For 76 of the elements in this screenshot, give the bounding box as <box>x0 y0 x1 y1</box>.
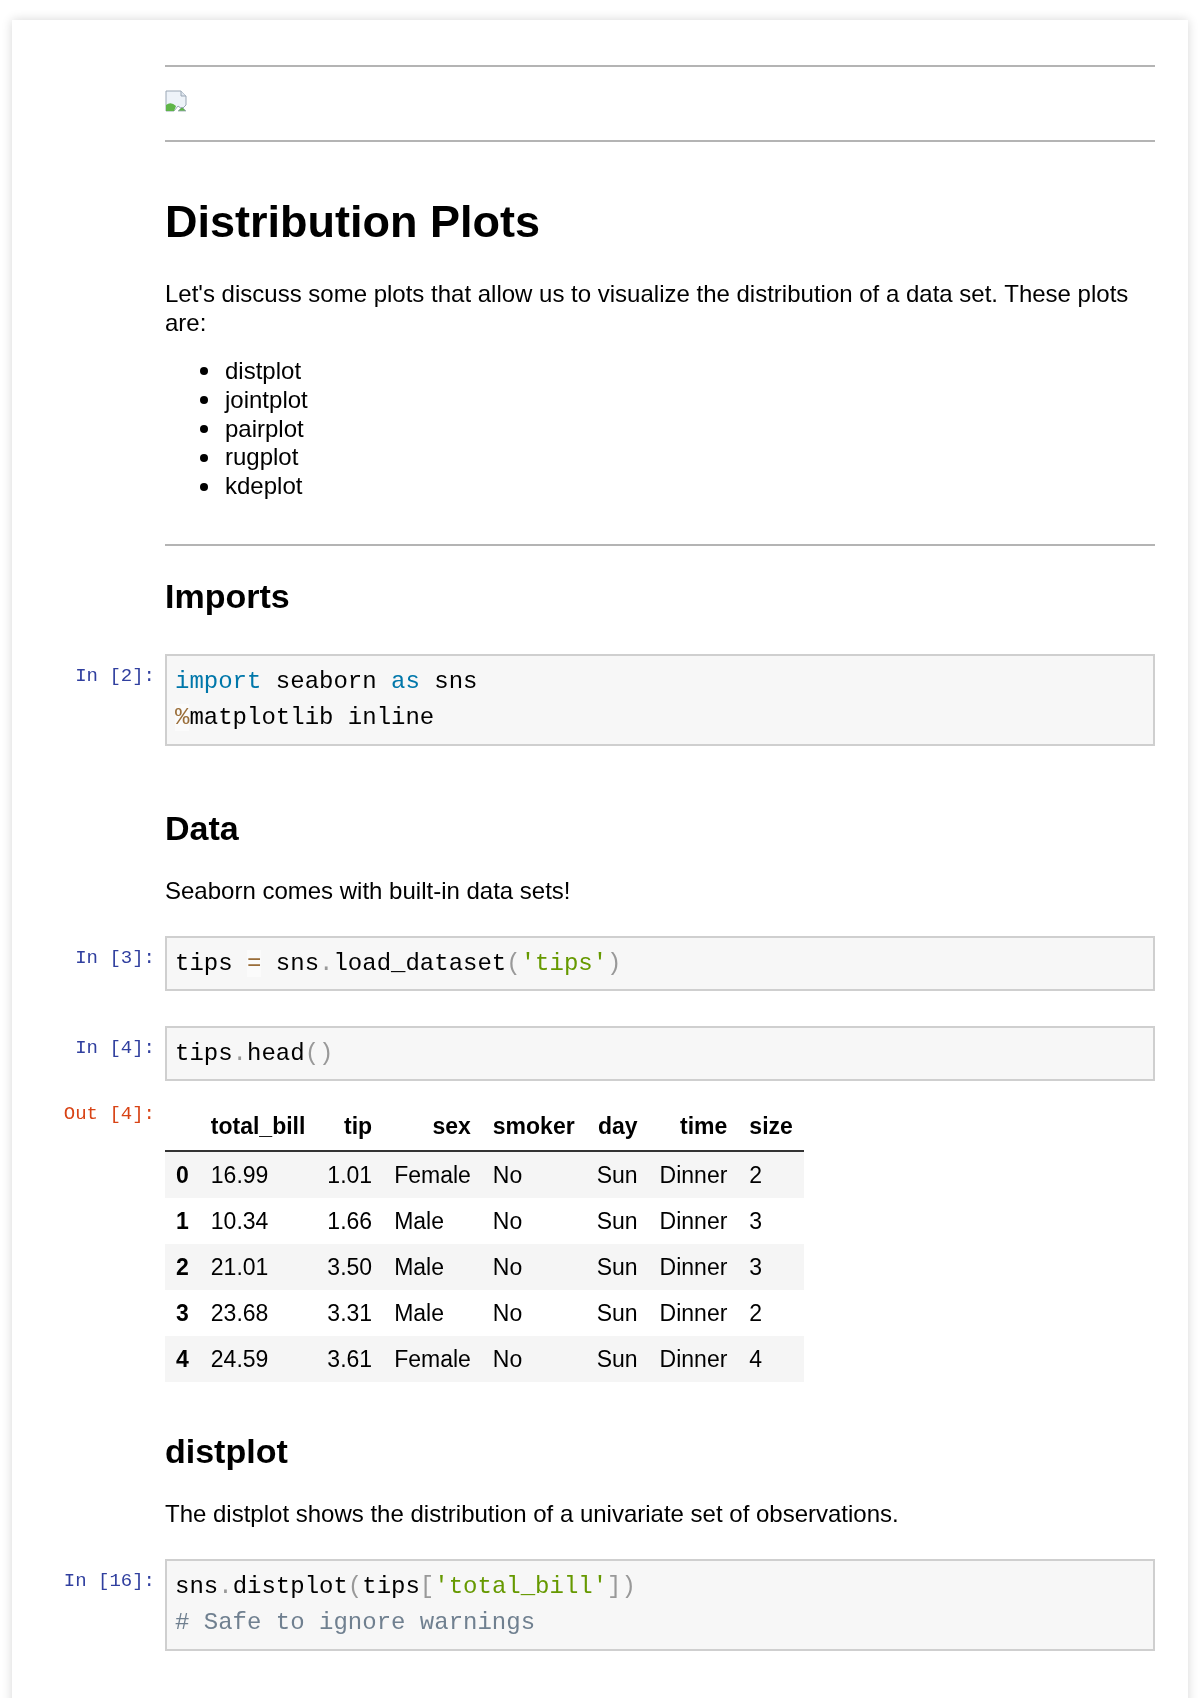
table-cell: Male <box>383 1198 482 1244</box>
code-line: # Safe to ignore warnings <box>175 1608 536 1638</box>
column-header: day <box>585 1102 649 1151</box>
cell-prompt: In [4]: <box>75 1036 155 1061</box>
paragraph-text: The distplot shows the distribution of a univariate set of observations. <box>165 1499 900 1528</box>
list-item: jointplot <box>225 385 308 415</box>
list-item: distplot <box>225 357 302 386</box>
table-cell: Female <box>383 1151 482 1198</box>
cell-prompt: In [2]: <box>75 664 155 689</box>
code-line: %matplotlib inline <box>175 702 435 733</box>
cell-prompt: In [3]: <box>75 946 155 971</box>
table-cell: Male <box>383 1290 482 1336</box>
table-cell: Sun <box>585 1290 649 1336</box>
table-cell: Sun <box>585 1198 649 1244</box>
page-title: Distribution Plots <box>165 196 541 248</box>
table-cell: Female <box>383 1336 482 1382</box>
table-cell: 3.50 <box>316 1244 384 1290</box>
code-line: import seaborn as sns <box>175 667 478 697</box>
table-cell: No <box>481 1244 586 1290</box>
row-index: 1 <box>165 1198 200 1244</box>
table-cell: No <box>481 1290 586 1336</box>
table-cell: Male <box>383 1244 482 1290</box>
column-header: sex <box>383 1102 482 1151</box>
row-index: 4 <box>165 1336 200 1382</box>
bullet-icon <box>200 482 208 491</box>
column-header: total_bill <box>199 1102 317 1151</box>
code-line: sns.distplot(tips['total_bill']) <box>175 1572 636 1602</box>
table-cell: 2 <box>738 1151 804 1198</box>
cell-prompt: In [16]: <box>63 1569 155 1594</box>
list-item: rugplot <box>225 443 299 473</box>
table-cell: Dinner <box>648 1198 739 1244</box>
section-heading: Imports <box>165 576 291 616</box>
table-cell: Sun <box>585 1151 649 1198</box>
table-cell: No <box>481 1151 586 1198</box>
table-cell: 1.01 <box>316 1151 384 1198</box>
bullet-icon <box>200 453 208 462</box>
section-heading: Data <box>165 808 240 848</box>
table-cell: Dinner <box>648 1151 739 1198</box>
table-cell: 2 <box>738 1290 804 1336</box>
row-index: 3 <box>165 1290 200 1336</box>
table-cell: 3 <box>738 1198 804 1244</box>
row-index: 2 <box>165 1244 200 1290</box>
section-heading: distplot <box>165 1431 289 1471</box>
table-cell: 4 <box>738 1336 804 1382</box>
cell-prompt: Out [4]: <box>63 1102 155 1127</box>
table-cell: 1.66 <box>316 1198 384 1244</box>
table-cell: Dinner <box>648 1336 739 1382</box>
column-header: tip <box>316 1102 384 1151</box>
table-cell: 24.59 <box>199 1336 317 1382</box>
table-cell: 3.31 <box>316 1290 384 1336</box>
table-cell: No <box>481 1336 586 1382</box>
bullet-icon <box>200 425 208 433</box>
bullet-icon <box>200 367 208 376</box>
list-item: kdeplot <box>225 472 303 501</box>
table-cell: No <box>481 1198 586 1244</box>
table-cell: Dinner <box>648 1290 739 1336</box>
bullet-icon <box>200 396 208 405</box>
table-cell: Dinner <box>648 1244 739 1290</box>
table-cell: 23.68 <box>199 1290 317 1336</box>
column-header: smoker <box>481 1102 586 1151</box>
column-header: size <box>738 1102 804 1151</box>
table-cell: 21.01 <box>199 1244 317 1290</box>
table-cell: 10.34 <box>199 1198 317 1244</box>
paragraph-text: Seaborn comes with built-in data sets! <box>165 876 572 905</box>
code-line: tips = sns.load_dataset('tips') <box>175 948 622 979</box>
table-cell: Sun <box>585 1336 649 1382</box>
table-cell: Sun <box>585 1244 649 1290</box>
table-cell: 3 <box>738 1244 804 1290</box>
paragraph-text: Let's discuss some plots that allow us to visualize the distribution of a data set. These plots are: <box>165 279 1130 337</box>
broken-image-icon <box>165 90 189 114</box>
code-line: tips.head() <box>175 1039 334 1069</box>
table-cell: 16.99 <box>199 1151 317 1198</box>
column-header: time <box>648 1102 739 1151</box>
row-index: 0 <box>165 1151 200 1198</box>
list-item: pairplot <box>225 414 304 444</box>
table-cell: 3.61 <box>316 1336 384 1382</box>
